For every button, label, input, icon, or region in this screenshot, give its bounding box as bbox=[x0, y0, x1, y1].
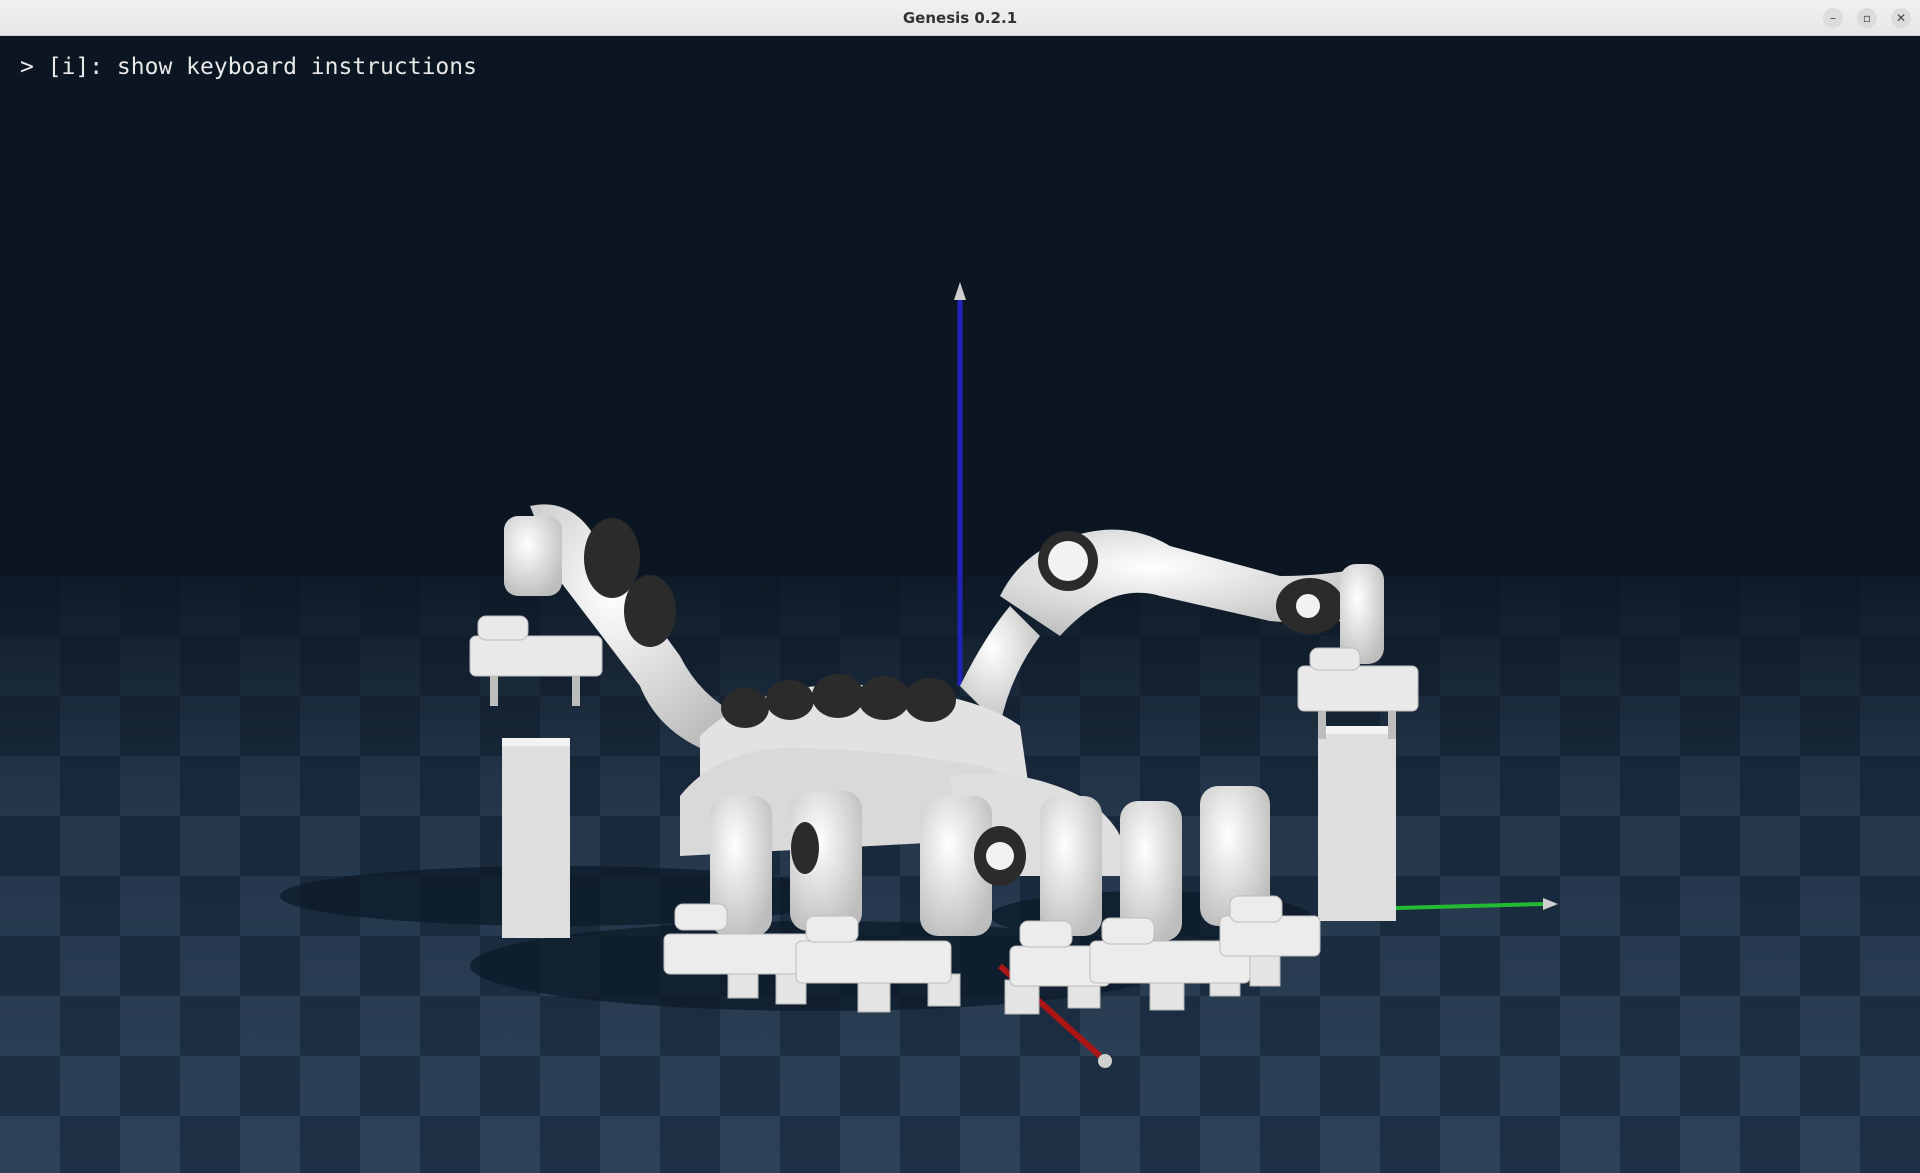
window-title: Genesis 0.2.1 bbox=[902, 9, 1018, 27]
minimize-icon: – bbox=[1830, 11, 1836, 25]
maximize-icon: ▫ bbox=[1862, 11, 1872, 25]
x-axis-tip-icon bbox=[1098, 1054, 1112, 1068]
3d-viewport[interactable]: > [i]: show keyboard instructions bbox=[0, 36, 1920, 1173]
app-window: Genesis 0.2.1 – ▫ ✕ > [i]: show keyboard… bbox=[0, 0, 1920, 1173]
maximize-button[interactable]: ▫ bbox=[1857, 8, 1877, 28]
scene-render bbox=[0, 36, 1920, 1173]
close-button[interactable]: ✕ bbox=[1891, 8, 1911, 28]
title-bar[interactable]: Genesis 0.2.1 – ▫ ✕ bbox=[0, 0, 1920, 36]
keyboard-instructions-hint: > [i]: show keyboard instructions bbox=[20, 54, 477, 80]
close-icon: ✕ bbox=[1895, 11, 1907, 25]
minimize-button[interactable]: – bbox=[1823, 8, 1843, 28]
